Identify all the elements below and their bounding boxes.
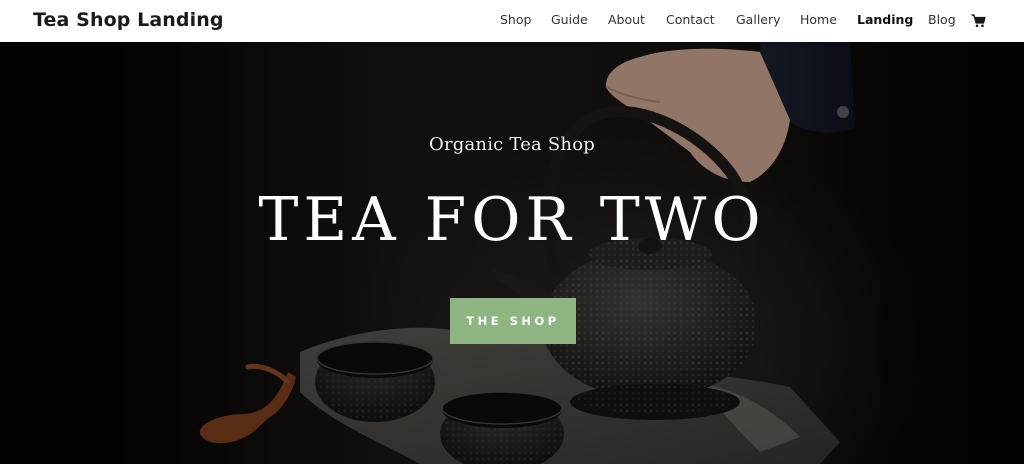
site-header: Tea Shop Landing Shop Guide About Contac… [0,0,1024,42]
site-logo[interactable]: Tea Shop Landing [33,9,224,31]
nav-item-blog[interactable]: Blog [928,12,956,27]
nav-item-guide[interactable]: Guide [551,12,588,27]
hero-section: Organic Tea Shop TEA FOR TWO THE SHOP [0,42,1024,464]
nav-item-shop[interactable]: Shop [500,12,531,27]
nav-item-landing[interactable]: Landing [857,12,913,27]
hero-title: TEA FOR TWO [258,185,766,255]
nav-item-contact[interactable]: Contact [666,12,715,27]
hero-subtitle: Organic Tea Shop [429,134,595,155]
the-shop-button[interactable]: THE SHOP [450,298,576,344]
nav-item-home[interactable]: Home [800,12,837,27]
nav-item-about[interactable]: About [608,12,645,27]
nav-item-gallery[interactable]: Gallery [736,12,781,27]
shopping-cart-icon[interactable] [971,13,986,28]
